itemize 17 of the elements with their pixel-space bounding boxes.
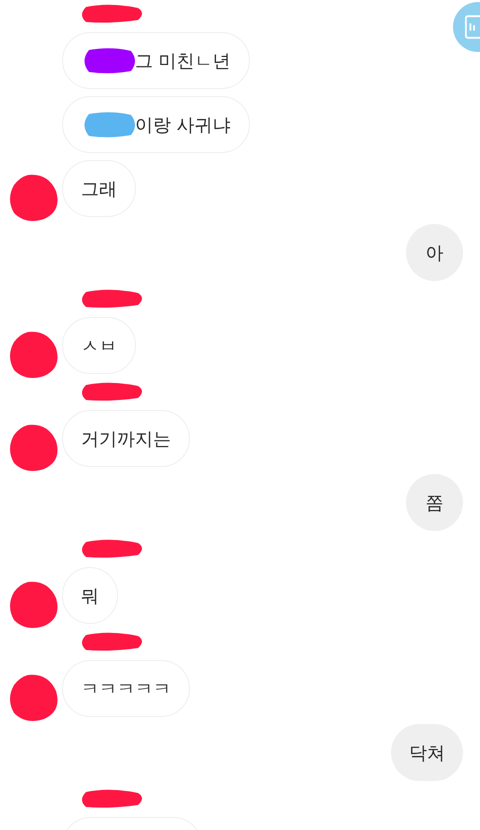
message-bubble: 거기까지는 <box>62 410 190 467</box>
redaction-mark <box>80 3 144 25</box>
message-bubble: 이랑 사귀냐 <box>62 96 250 153</box>
message-bubble: ㅋㅋㅋㅋㅋ <box>62 660 190 717</box>
message-bubble: 그 미친ㄴ년 <box>62 32 250 89</box>
tablet-icon <box>465 15 480 39</box>
message-bubble: 그래 <box>62 160 136 217</box>
redaction-mark <box>80 288 144 310</box>
message-bubble: 아 <box>406 224 463 281</box>
redaction-mark <box>80 538 144 560</box>
message-bubble: 쫌 <box>406 474 463 531</box>
message-bubble: 뭐 <box>62 567 118 624</box>
redaction-mark <box>80 788 144 810</box>
message-bubble: 닥쳐 <box>391 724 463 781</box>
redaction-mark <box>80 381 144 403</box>
redaction-mark <box>80 631 144 653</box>
message-bubble: ㅅㅂ <box>62 317 136 374</box>
